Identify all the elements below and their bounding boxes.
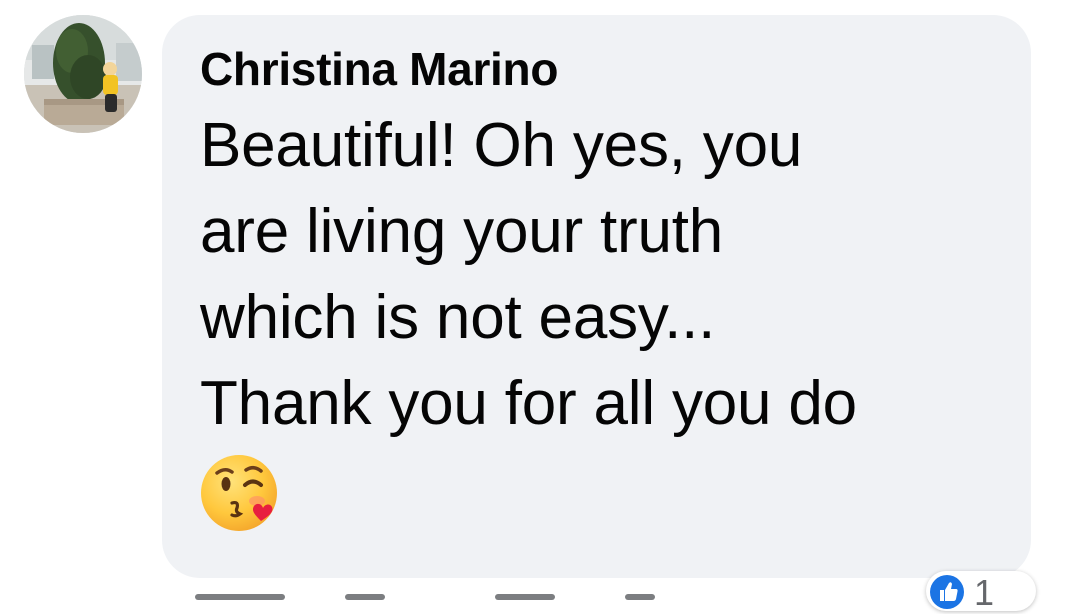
avatar-photo [24,15,142,133]
comment-actions [195,594,675,604]
comment-text: Beautiful! Oh yes, you are living your t… [200,103,997,447]
avatar[interactable] [24,15,142,133]
action-more[interactable] [625,594,655,600]
kissing-face-with-heart-emoji [201,455,277,531]
reaction-count: 1 [974,572,995,613]
comment-bubble: Christina Marino Beautiful! Oh yes, you … [162,15,1031,578]
reaction-badge[interactable]: 1 [926,571,1036,613]
action-reply[interactable] [495,594,555,600]
comment-author[interactable]: Christina Marino [200,41,997,97]
comment-text-line: are living your truth [200,197,724,266]
like-icon [930,575,964,609]
comment-text-line: which is not easy... [200,283,716,352]
thumbs-up-icon [940,582,958,601]
action-like[interactable] [345,594,385,600]
action-time [195,594,285,600]
comment-text-line: Thank you for all you do [200,369,857,438]
comment-text-line: Beautiful! Oh yes, you [200,111,803,180]
